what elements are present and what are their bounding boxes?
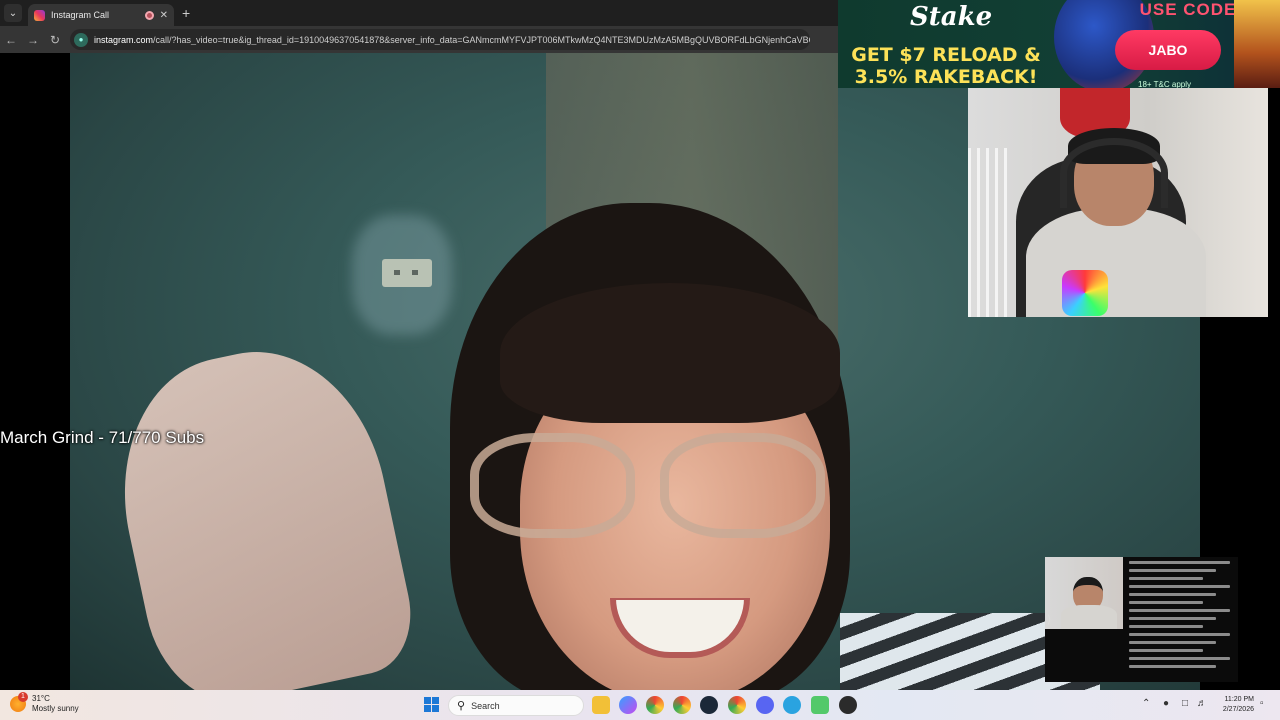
ad-headline-1: GET $7 RELOAD & xyxy=(851,44,1041,66)
close-tab-icon[interactable]: ✕ xyxy=(160,10,168,21)
start-tile xyxy=(432,705,439,712)
instagram-icon xyxy=(34,9,45,21)
weather-badge: 1 xyxy=(18,692,28,702)
chat-line xyxy=(1129,569,1216,572)
caller-glasses xyxy=(470,433,830,543)
browser-tab-bar: ⌄ Instagram Call ✕ + xyxy=(0,0,838,26)
windows-start-icon[interactable] xyxy=(424,697,439,712)
start-tile xyxy=(432,697,439,704)
subscriber-goal-text: March Grind - 71/770 Subs xyxy=(0,428,205,447)
chevron-up-icon[interactable]: ⌃ xyxy=(1142,698,1150,709)
taskbar-search[interactable]: ⚲ Search xyxy=(448,695,584,716)
baby-gate xyxy=(968,148,1008,317)
caller-bangs xyxy=(500,283,840,423)
network-icon[interactable]: □ xyxy=(1182,698,1188,709)
volume-icon[interactable]: ♬ xyxy=(1197,698,1207,709)
taskbar-clock[interactable]: 11:20 PM 2/27/2026 xyxy=(1214,695,1254,715)
weather-condition: Mostly sunny xyxy=(32,704,79,713)
sponsor-banner: Stake GET $7 RELOAD & 3.5% RAKEBACK! USE… xyxy=(838,0,1280,88)
chat-line xyxy=(1129,593,1216,596)
chevron-right-icon: ⟩ xyxy=(1047,614,1052,626)
sun-icon: 1 xyxy=(10,692,28,712)
reload-icon[interactable]: ↻ xyxy=(44,33,66,47)
new-tab-button[interactable]: + xyxy=(182,5,190,21)
microphone-icon[interactable]: ● xyxy=(1163,698,1169,709)
headset-icon xyxy=(1060,138,1168,208)
chat-line xyxy=(1129,561,1230,564)
steam-icon[interactable] xyxy=(700,696,718,714)
chrome-icon[interactable] xyxy=(728,696,746,714)
ad-terms: 18+ T&C apply xyxy=(1138,80,1191,88)
chat-line xyxy=(1129,657,1230,660)
mini-streamer-body xyxy=(1061,605,1117,629)
file-explorer-icon[interactable] xyxy=(592,696,610,714)
chat-line xyxy=(1129,633,1230,636)
weather-widget[interactable]: 1 31°C Mostly sunny xyxy=(10,692,79,714)
ad-headline-2: 3.5% RAKEBACK! xyxy=(854,66,1038,88)
glasses-right-lens xyxy=(660,433,825,538)
search-icon: ⚲ xyxy=(457,700,466,712)
ad-treasure-graphic xyxy=(1234,0,1280,88)
mini-chat-messages xyxy=(1129,561,1235,673)
url-text: instagram.com/call/?has_video=true&ig_th… xyxy=(94,35,810,45)
chat-line xyxy=(1129,577,1204,580)
wall-outlet xyxy=(382,259,432,287)
chrome-icon[interactable] xyxy=(673,696,691,714)
weather-temperature: 31°C xyxy=(32,694,50,703)
telegram-icon[interactable] xyxy=(783,696,801,714)
url-path: /call/?has_video=true&ig_thread_id=19100… xyxy=(153,34,810,45)
browser-address-bar: ← → ↻ ● instagram.com/call/?has_video=tr… xyxy=(0,26,838,53)
streamer-webcam xyxy=(968,88,1268,317)
site-info-icon[interactable]: ● xyxy=(74,32,88,47)
mini-chat-preview: ⟩ xyxy=(1045,557,1238,682)
mini-webcam xyxy=(1045,557,1123,629)
chat-line xyxy=(1129,617,1216,620)
obs-icon[interactable] xyxy=(839,696,857,714)
start-tile xyxy=(424,705,431,712)
rgb-mug xyxy=(1062,270,1108,316)
chevron-down-icon[interactable]: ⌄ xyxy=(4,4,22,22)
chat-line xyxy=(1129,585,1230,588)
url-field[interactable]: ● instagram.com/call/?has_video=true&ig_… xyxy=(70,29,810,50)
chat-line xyxy=(1129,649,1204,652)
search-label: Search xyxy=(471,700,500,711)
arrow-right-icon[interactable]: → xyxy=(22,33,44,47)
clock-date: 2/27/2026 xyxy=(1222,706,1254,713)
glasses-left-lens xyxy=(470,433,635,538)
windows-taskbar: 1 31°C Mostly sunny ⚲ Search ⌃ ● □ ♬ 11:… xyxy=(0,690,1280,720)
weather-text: 31°C Mostly sunny xyxy=(32,694,79,714)
recording-indicator-icon xyxy=(144,10,154,20)
start-tile xyxy=(424,697,431,704)
notification-bell-icon[interactable]: ▫ xyxy=(1260,698,1264,709)
chat-line xyxy=(1129,601,1204,604)
discord-icon[interactable] xyxy=(756,696,774,714)
url-host: instagram.com xyxy=(94,34,154,45)
chrome-icon[interactable] xyxy=(646,696,664,714)
green-app-icon[interactable] xyxy=(811,696,829,714)
ad-brand-logo: Stake xyxy=(910,2,993,32)
tab-instagram-call[interactable]: Instagram Call ✕ xyxy=(28,4,174,26)
chat-line xyxy=(1129,609,1230,612)
chat-line xyxy=(1129,625,1204,628)
ad-promo-code-badge: JABO xyxy=(1115,30,1221,70)
caller-hand xyxy=(97,329,423,690)
screen: ⌄ Instagram Call ✕ + ← → ↻ ● instagram.c… xyxy=(0,0,1280,720)
chat-line xyxy=(1129,641,1216,644)
copilot-icon[interactable] xyxy=(619,696,637,714)
chat-line xyxy=(1129,665,1216,668)
clock-time: 11:20 PM xyxy=(1224,696,1254,703)
tab-title: Instagram Call xyxy=(51,10,110,20)
arrow-left-icon[interactable]: ← xyxy=(0,33,22,47)
